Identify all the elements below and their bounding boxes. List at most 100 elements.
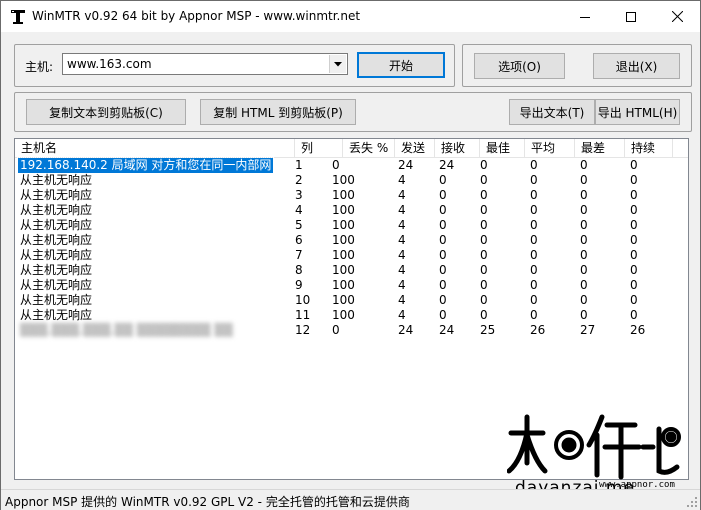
cell-avg: 26 xyxy=(530,323,546,337)
cell-last: 26 xyxy=(630,323,646,337)
cell-worst: 0 xyxy=(580,158,588,172)
column-header-worst[interactable]: 最差 xyxy=(575,139,625,157)
cell-recv: 24 xyxy=(439,158,455,172)
cell-worst: 0 xyxy=(580,308,588,322)
options-button[interactable]: 选项(O) xyxy=(474,53,565,79)
minimize-button[interactable] xyxy=(562,1,608,32)
cell-worst: 0 xyxy=(580,218,588,232)
cell-worst: 0 xyxy=(580,293,588,307)
cell-host: 从主机无响应 xyxy=(20,173,93,187)
cell-sent: 4 xyxy=(398,308,406,322)
cell-sent: 4 xyxy=(398,218,406,232)
cell-host: 从主机无响应 xyxy=(20,188,93,202)
cell-loss: 100 xyxy=(332,278,355,292)
cell-recv: 0 xyxy=(439,263,447,277)
cell-loss: 100 xyxy=(332,233,355,247)
cell-host: 从主机无响应 xyxy=(20,233,93,247)
combo-dropdown-button[interactable] xyxy=(329,55,346,73)
column-header-sent[interactable]: 发送 xyxy=(395,139,435,157)
cell-worst: 0 xyxy=(580,203,588,217)
cell-nr: 6 xyxy=(295,233,303,247)
cell-nr: 9 xyxy=(295,278,303,292)
table-row[interactable]: 从主机无响应 10 100 4 0 0 0 0 0 xyxy=(15,293,688,308)
cell-loss: 100 xyxy=(332,293,355,307)
column-header-recv[interactable]: 接收 xyxy=(435,139,480,157)
cell-best: 0 xyxy=(480,173,488,187)
cell-sent: 4 xyxy=(398,233,406,247)
cell-loss: 0 xyxy=(332,158,340,172)
cell-loss: 100 xyxy=(332,218,355,232)
table-row[interactable]: 从主机无响应 4 100 4 0 0 0 0 0 xyxy=(15,203,688,218)
table-row[interactable]: 从主机无响应 5 100 4 0 0 0 0 0 xyxy=(15,218,688,233)
cell-host: 192.168.140.2 局域网 对方和您在同一内部网 xyxy=(16,157,275,174)
cell-loss: 100 xyxy=(332,308,355,322)
cell-avg: 0 xyxy=(530,293,538,307)
column-header-loss[interactable]: 丢失 % xyxy=(343,139,395,157)
table-row[interactable]: 从主机无响应 9 100 4 0 0 0 0 0 xyxy=(15,278,688,293)
status-text: Appnor MSP 提供的 WinMTR v0.92 GPL V2 - 完全托… xyxy=(5,495,410,509)
table-row[interactable]: 从主机无响应 2 100 4 0 0 0 0 0 xyxy=(15,173,688,188)
copy-html-button[interactable]: 复制 HTML 到剪贴板(P) xyxy=(200,99,356,125)
table-row[interactable]: 从主机无响应 8 100 4 0 0 0 0 0 xyxy=(15,263,688,278)
cell-host: 从主机无响应 xyxy=(20,278,93,292)
cell-recv: 0 xyxy=(439,233,447,247)
cell-host: 从主机无响应 xyxy=(20,293,93,307)
cell-avg: 0 xyxy=(530,173,538,187)
table-row[interactable]: 从主机无响应 7 100 4 0 0 0 0 0 xyxy=(15,248,688,263)
list-header: 主机名 列 丢失 % 发送 接收 最佳 平均 最差 持续 xyxy=(15,139,688,158)
cell-last: 0 xyxy=(630,278,638,292)
cell-best: 25 xyxy=(480,323,496,337)
cell-best: 0 xyxy=(480,263,488,277)
cell-avg: 0 xyxy=(530,233,538,247)
cell-recv: 0 xyxy=(439,188,447,202)
column-header-nr[interactable]: 列 xyxy=(295,139,343,157)
copy-text-button[interactable]: 复制文本到剪贴板(C) xyxy=(26,99,186,125)
table-row[interactable]: 从主机无响应 3 100 4 0 0 0 0 0 xyxy=(15,188,688,203)
host-combobox[interactable]: www.163.com xyxy=(62,53,348,75)
cell-sent: 4 xyxy=(398,293,406,307)
resize-grip-icon[interactable] xyxy=(686,496,698,508)
close-button[interactable] xyxy=(654,1,700,32)
host-input-value[interactable]: www.163.com xyxy=(67,57,152,71)
table-row[interactable]: ▒▒▒.▒▒▒.▒▒▒.▒▒ ▒▒▒▒▒▒▒▒ ▒▒ 12 0 24 24 25 26 27 2… xyxy=(15,323,688,338)
cell-last: 0 xyxy=(630,188,638,202)
table-row[interactable]: 从主机无响应 6 100 4 0 0 0 0 0 xyxy=(15,233,688,248)
table-row[interactable]: 192.168.140.2 局域网 对方和您在同一内部网 1 0 24 24 0 0 0 0 xyxy=(15,157,688,174)
mtr-app-icon xyxy=(11,10,25,24)
exit-button[interactable]: 退出(X) xyxy=(593,53,680,79)
cell-best: 0 xyxy=(480,158,488,172)
cell-loss: 0 xyxy=(332,323,340,337)
cell-last: 0 xyxy=(630,308,638,322)
cell-last: 0 xyxy=(630,233,638,247)
cell-best: 0 xyxy=(480,203,488,217)
cell-best: 0 xyxy=(480,308,488,322)
close-icon xyxy=(671,11,683,22)
export-html-button[interactable]: 导出 HTML(H) xyxy=(595,99,680,125)
cell-loss: 100 xyxy=(332,203,355,217)
column-header-avg[interactable]: 平均 xyxy=(525,139,575,157)
cell-nr: 11 xyxy=(295,308,311,322)
cell-nr: 10 xyxy=(295,293,311,307)
cell-recv: 0 xyxy=(439,218,447,232)
cell-host: 从主机无响应 xyxy=(20,308,93,322)
cell-avg: 0 xyxy=(530,248,538,262)
cell-worst: 0 xyxy=(580,248,588,262)
start-button[interactable]: 开始 xyxy=(357,52,445,78)
column-header-host[interactable]: 主机名 xyxy=(15,139,295,157)
host-label: 主机: xyxy=(25,60,54,74)
maximize-button[interactable] xyxy=(608,1,654,32)
cell-host: 从主机无响应 xyxy=(20,218,93,232)
column-header-best[interactable]: 最佳 xyxy=(480,139,525,157)
table-row[interactable]: 从主机无响应 11 100 4 0 0 0 0 0 xyxy=(15,308,688,323)
cell-avg: 0 xyxy=(530,263,538,277)
cell-best: 0 xyxy=(480,188,488,202)
export-text-button[interactable]: 导出文本(T) xyxy=(509,99,595,125)
cell-worst: 0 xyxy=(580,233,588,247)
cell-avg: 0 xyxy=(530,203,538,217)
cell-recv: 0 xyxy=(439,248,447,262)
cell-worst: 0 xyxy=(580,263,588,277)
title-bar[interactable]: WinMTR v0.92 64 bit by Appnor MSP - www.… xyxy=(1,1,700,32)
column-header-last[interactable]: 持续 xyxy=(625,139,673,157)
cell-last: 0 xyxy=(630,173,638,187)
cell-avg: 0 xyxy=(530,308,538,322)
